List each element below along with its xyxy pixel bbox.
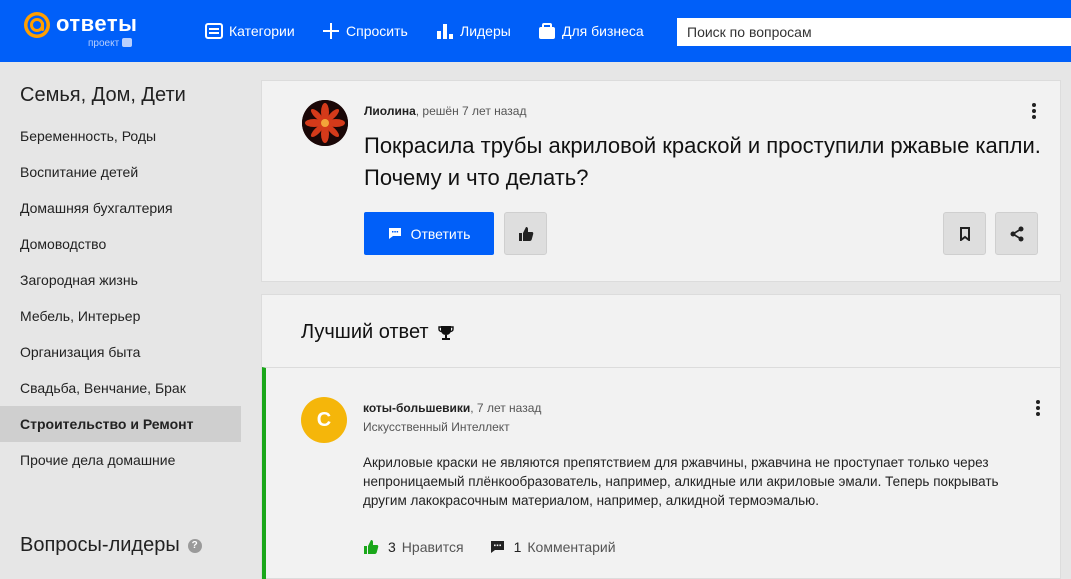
question-card: Лиолина, решён 7 лет назад Покрасила тру… <box>261 80 1061 282</box>
answer-author[interactable]: коты-большевики <box>363 401 470 415</box>
top-bar: ответы проект Категории Спросить Лидеры … <box>0 0 1071 62</box>
logo-text: ответы <box>56 11 138 36</box>
sidebar-item-country-life[interactable]: Загородная жизнь <box>0 262 241 298</box>
nav-categories[interactable]: Категории <box>205 20 295 42</box>
nav-ask-label: Спросить <box>346 23 408 39</box>
at-logo-icon <box>24 12 50 38</box>
comments-count: 1 <box>513 539 522 555</box>
nav-business[interactable]: Для бизнеса <box>538 20 644 42</box>
nav-categories-label: Категории <box>229 23 295 39</box>
likes-count: 3 <box>388 539 396 555</box>
nav-leaders[interactable]: Лидеры <box>436 20 511 42</box>
briefcase-icon <box>539 23 555 39</box>
sidebar-item-wedding[interactable]: Свадьба, Венчание, Брак <box>0 370 241 406</box>
best-answer-heading: Лучший ответ <box>301 321 454 344</box>
avatar[interactable]: С <box>301 397 347 443</box>
plus-icon <box>323 23 339 39</box>
flower-avatar-icon <box>302 100 348 146</box>
list-icon <box>205 23 223 39</box>
comments-button[interactable]: 1 Комментарий <box>490 539 616 555</box>
sidebar-item-other[interactable]: Прочие дела домашние <box>0 442 241 478</box>
question-time: , решён 7 лет назад <box>415 104 527 118</box>
thumbs-up-icon <box>364 540 379 554</box>
question-more-icon[interactable] <box>1028 103 1040 123</box>
thumbs-up-icon <box>518 226 533 241</box>
leader-questions-heading: Вопросы-лидеры ? <box>20 534 202 557</box>
sidebar-item-parenting[interactable]: Воспитание детей <box>0 154 241 190</box>
like-answer-button[interactable]: 3 Нравится <box>363 539 464 555</box>
sidebar-item-pregnancy[interactable]: Беременность, Роды <box>0 118 241 154</box>
comments-label: Комментарий <box>527 539 616 555</box>
answer-text: Акриловые краски не являются препятствие… <box>363 455 999 508</box>
sidebar-category-title[interactable]: Семья, Дом, Дети <box>20 84 186 107</box>
sidebar-item-furniture[interactable]: Мебель, Интерьер <box>0 298 241 334</box>
nav-leaders-label: Лидеры <box>460 23 511 39</box>
search-input[interactable] <box>677 18 1071 46</box>
bar-chart-icon <box>437 24 453 39</box>
leader-questions-title: Вопросы-лидеры <box>20 534 180 556</box>
question-author[interactable]: Лиолина <box>364 104 416 118</box>
logo-subtitle: проект <box>88 38 133 50</box>
answer-more-icon[interactable] <box>1032 400 1044 420</box>
nav-business-label: Для бизнеса <box>562 23 644 39</box>
trophy-icon <box>437 325 454 340</box>
nav-ask[interactable]: Спросить <box>322 20 408 42</box>
likes-label: Нравится <box>401 539 464 555</box>
question-meta: Лиолина, решён 7 лет назад <box>364 104 527 118</box>
sidebar-item-household[interactable]: Организация быта <box>0 334 241 370</box>
logo[interactable]: ответы проект <box>22 10 162 50</box>
answer-actions: 3 Нравится 1 Комментарий <box>363 539 642 555</box>
answer-button[interactable]: Ответить <box>364 212 494 255</box>
sidebar-item-construction[interactable]: Строительство и Ремонт <box>0 406 241 442</box>
question-title: Покрасила трубы акриловой краской и прос… <box>364 133 1041 190</box>
best-answer-title: Лучший ответ <box>301 321 429 343</box>
help-icon[interactable]: ? <box>187 538 202 553</box>
answer-meta: коты-большевики, 7 лет назад <box>363 401 541 415</box>
share-button[interactable] <box>995 212 1038 255</box>
share-icon <box>1010 226 1023 241</box>
sidebar-subcategory-list: Беременность, Роды Воспитание детей Дома… <box>0 118 241 478</box>
answer-button-label: Ответить <box>410 225 471 242</box>
avatar[interactable] <box>302 100 348 146</box>
comment-icon <box>388 228 401 239</box>
sidebar-item-housekeeping[interactable]: Домоводство <box>0 226 241 262</box>
answer-item: С коты-большевики, 7 лет назад Искусстве… <box>262 367 1060 579</box>
bookmark-icon <box>959 226 970 241</box>
like-question-button[interactable] <box>504 212 547 255</box>
sidebar-item-home-budget[interactable]: Домашняя бухгалтерия <box>0 190 241 226</box>
answer-time: , 7 лет назад <box>470 401 542 415</box>
vk-mini-icon <box>122 38 133 47</box>
answer-author-role: Искусственный Интеллект <box>363 420 510 434</box>
comment-icon <box>490 541 504 553</box>
best-answer-card: Лучший ответ С коты-большевики, 7 лет на… <box>261 294 1061 579</box>
bookmark-button[interactable] <box>943 212 986 255</box>
